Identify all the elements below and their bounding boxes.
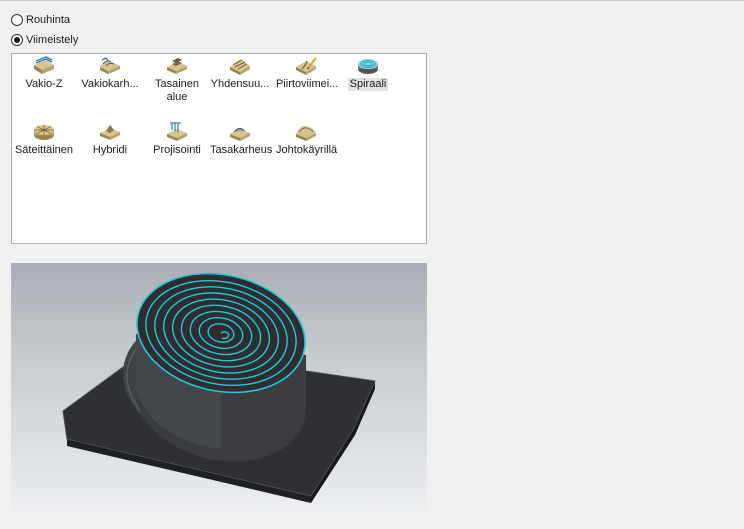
radio-roughing[interactable]: Rouhinta	[11, 12, 70, 28]
radio-roughing-label: Rouhinta	[26, 14, 71, 26]
constant-scallop-icon	[100, 57, 120, 74]
strategy-label: Yhdensuu...	[210, 78, 270, 90]
strategy-tile-flat-area[interactable]: Tasainen alue	[145, 56, 209, 104]
spiral-toolpath-preview-image	[62, 272, 376, 503]
flat-area-icon	[167, 58, 187, 74]
strategy-label: Johtokäyrillä	[276, 144, 338, 156]
strategy-tile-constant-z[interactable]: Vakio-Z	[12, 56, 76, 91]
strategy-tile-radial[interactable]: Säteittäinen	[12, 122, 76, 157]
strategy-tile-hybrid[interactable]: Hybridi	[78, 122, 142, 157]
strategy-label: Vakio-Z	[25, 78, 63, 90]
strategy-label: Hybridi	[92, 144, 128, 156]
radio-finishing-label: Viimeistely	[26, 34, 79, 46]
strategy-label: Vakiokarh...	[81, 78, 139, 90]
projection-icon	[167, 122, 187, 141]
strategy-label: Piirtoviimei...	[276, 78, 339, 90]
parallel-icon	[230, 59, 250, 75]
radio-finishing-button[interactable]	[11, 34, 23, 46]
strategy-label: Spiraali	[347, 78, 389, 91]
radio-roughing-button[interactable]	[11, 14, 23, 26]
strategy-tile-projection[interactable]: Projisointi	[145, 122, 209, 157]
hybrid-icon	[100, 125, 120, 140]
strategy-tile-constant-scallop[interactable]: Vakiokarh...	[78, 56, 142, 91]
strategy-tile-spiral[interactable]: Spiraali	[336, 56, 400, 91]
strategy-tile-pencil-finish[interactable]: Piirtoviimei...	[274, 56, 338, 91]
strategy-label: Säteittäinen	[14, 144, 74, 156]
spiral-icon	[358, 59, 378, 74]
constant-z-icon	[34, 56, 54, 74]
top-divider	[0, 0, 744, 1]
strategy-tile-flowline[interactable]: Johtokäyrillä	[274, 122, 338, 157]
strategy-label: Tasainen alue	[154, 78, 200, 103]
strategy-label: Projisointi	[153, 144, 201, 156]
uniform-scallop-icon	[230, 127, 250, 141]
radial-icon	[34, 125, 54, 140]
flowline-icon	[296, 125, 316, 141]
radio-finishing[interactable]: Viimeistely	[11, 32, 78, 48]
strategy-list: Vakio-Z Vakiokarh... Tasainen alue Yhden…	[11, 53, 427, 244]
toolpath-preview	[11, 263, 427, 519]
strategy-label: Tasakarheus	[210, 144, 273, 156]
strategy-tile-uniform-scallop[interactable]: Tasakarheus	[208, 122, 272, 157]
strategy-tile-parallel[interactable]: Yhdensuu...	[208, 56, 272, 91]
radio-selected-dot	[14, 37, 20, 43]
pencil-finish-icon	[296, 57, 317, 75]
